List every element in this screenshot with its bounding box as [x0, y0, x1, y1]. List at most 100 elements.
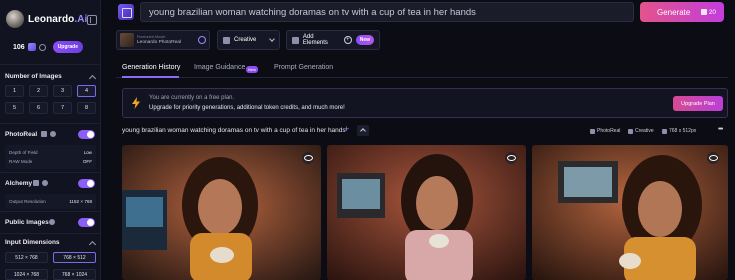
num-images-option[interactable]: 6 [29, 102, 48, 114]
public-images-toggle[interactable] [78, 218, 95, 227]
generated-image-artwork [532, 145, 728, 280]
upgrade-plan-button[interactable]: Upgrade Plan [673, 96, 723, 111]
flask-icon [33, 180, 39, 186]
raw-mode-value[interactable]: OFF [83, 159, 92, 164]
resize-icon [662, 128, 667, 134]
tab-prompt-generation[interactable]: Prompt Generation [274, 64, 333, 71]
model-thumbnail [120, 33, 134, 47]
divider [0, 64, 101, 65]
sidebar: Leonardo.Ai 106 Upgrade Number of Images… [0, 0, 101, 280]
meta-size-label: 768 x 512px [669, 128, 697, 134]
meta-style-label: Creative [635, 128, 654, 134]
model-sub-label: Finetuned Model [137, 35, 166, 39]
meta-size: 768 x 512px [662, 128, 696, 134]
token-coin-icon [700, 9, 707, 15]
lightning-icon [132, 97, 140, 109]
info-icon[interactable] [49, 219, 55, 225]
alchemy-options: Output Resolution 1152 × 768 [5, 194, 96, 209]
num-images-option-selected[interactable]: 4 [77, 85, 96, 97]
new-badge: New [246, 66, 259, 73]
num-images-option[interactable]: 5 [5, 102, 24, 114]
input-dimensions-title: Input Dimensions [5, 239, 60, 246]
upgrade-button[interactable]: Upgrade [52, 41, 83, 53]
num-images-option[interactable]: 1 [5, 85, 24, 97]
eye-icon[interactable] [302, 152, 314, 164]
dimension-option[interactable]: 768 × 1024 [53, 269, 96, 280]
eye-icon[interactable] [707, 152, 719, 164]
info-icon[interactable] [42, 180, 48, 186]
divider [0, 123, 101, 124]
alchemy-toggle[interactable] [78, 179, 95, 188]
generated-image-artwork [327, 145, 526, 280]
photoreal-toggle[interactable] [78, 130, 95, 139]
banner-line-2: Upgrade for priority generations, additi… [149, 105, 345, 111]
active-tab-indicator [122, 76, 179, 78]
generate-button[interactable]: Generate 20 [640, 2, 724, 22]
plus-icon: + [343, 36, 352, 44]
prompt-image-icon[interactable] [118, 4, 134, 20]
style-label: Creative [234, 37, 257, 43]
style-icon [628, 128, 633, 134]
collapse-sidebar-icon[interactable] [87, 15, 97, 25]
num-images-option[interactable]: 3 [53, 85, 72, 97]
style-icon [223, 36, 230, 44]
num-images-option[interactable]: 2 [29, 85, 48, 97]
photoreal-options: Depth of Field Low RAW Mode OFF [5, 145, 96, 169]
chevron-up-icon[interactable] [88, 240, 97, 249]
prompt-input[interactable]: young brazilian woman watching doramas o… [140, 2, 634, 22]
photoreal-title: PhotoReal [5, 131, 38, 138]
help-icon[interactable] [38, 43, 46, 51]
number-of-images-grid: 1 2 3 4 5 6 7 8 [5, 85, 96, 114]
number-of-images-title: Number of Images [5, 73, 62, 80]
num-images-option[interactable]: 8 [77, 102, 96, 114]
chevron-up-icon[interactable] [357, 125, 369, 136]
user-avatar[interactable] [6, 10, 24, 28]
divider [0, 211, 101, 212]
tab-bar: Generation History Image Guidance Prompt… [116, 60, 728, 78]
raw-mode-row[interactable]: RAW Mode OFF [9, 157, 92, 166]
generate-cost: 20 [700, 9, 716, 16]
generation-title: young brazilian woman watching doramas o… [122, 127, 346, 134]
tab-generation-history[interactable]: Generation History [122, 64, 180, 71]
raw-mode-label: RAW Mode [9, 159, 33, 164]
token-coin-icon [27, 43, 36, 51]
model-selector[interactable]: Finetuned Model Leonardo PhotoReal [116, 30, 210, 50]
meta-model-label: PhotoReal [597, 128, 621, 134]
chevron-down-icon [269, 35, 275, 42]
dimension-option[interactable]: 512 × 768 [5, 252, 48, 263]
brand-name: Leonardo [28, 13, 75, 25]
more-options-icon[interactable]: ••• [718, 126, 723, 133]
num-images-option[interactable]: 7 [53, 102, 72, 114]
generate-label: Generate [657, 7, 691, 17]
brand[interactable]: Leonardo.Ai [6, 10, 87, 28]
model-info-icon[interactable] [198, 36, 206, 44]
eye-icon[interactable] [505, 152, 517, 164]
generated-image[interactable] [327, 145, 526, 280]
generated-image-artwork [122, 145, 321, 280]
add-elements-button[interactable]: Add Elements + New [286, 30, 380, 50]
dimension-option[interactable]: 1024 × 768 [5, 269, 48, 280]
camera-icon [41, 131, 47, 137]
info-icon[interactable] [50, 131, 56, 137]
divider [0, 233, 101, 234]
chevron-up-icon[interactable] [88, 74, 97, 83]
output-resolution-value: 1152 × 768 [69, 199, 92, 204]
tab-image-guidance[interactable]: Image Guidance [194, 64, 245, 71]
style-selector[interactable]: Creative [217, 30, 280, 50]
brand-suffix: .Ai [74, 13, 88, 25]
output-resolution-row: Output Resolution 1152 × 768 [9, 197, 92, 206]
dimension-option-selected[interactable]: 768 × 512 [53, 252, 96, 263]
divider [0, 172, 101, 173]
generated-image[interactable] [532, 145, 728, 280]
depth-of-field-value[interactable]: Low [84, 150, 92, 155]
depth-of-field-row[interactable]: Depth of Field Low [9, 148, 92, 157]
alchemy-title: Alchemy [5, 180, 33, 187]
output-resolution-label: Output Resolution [9, 199, 46, 204]
plus-icon[interactable]: + [344, 125, 349, 134]
input-dimensions-grid: 512 × 768 768 × 512 1024 × 768 768 × 102… [5, 252, 96, 280]
model-icon [590, 128, 595, 134]
token-row: 106 Upgrade [13, 41, 83, 53]
generated-image[interactable] [122, 145, 321, 280]
elements-icon [292, 36, 299, 44]
token-count: 106 [13, 43, 25, 51]
